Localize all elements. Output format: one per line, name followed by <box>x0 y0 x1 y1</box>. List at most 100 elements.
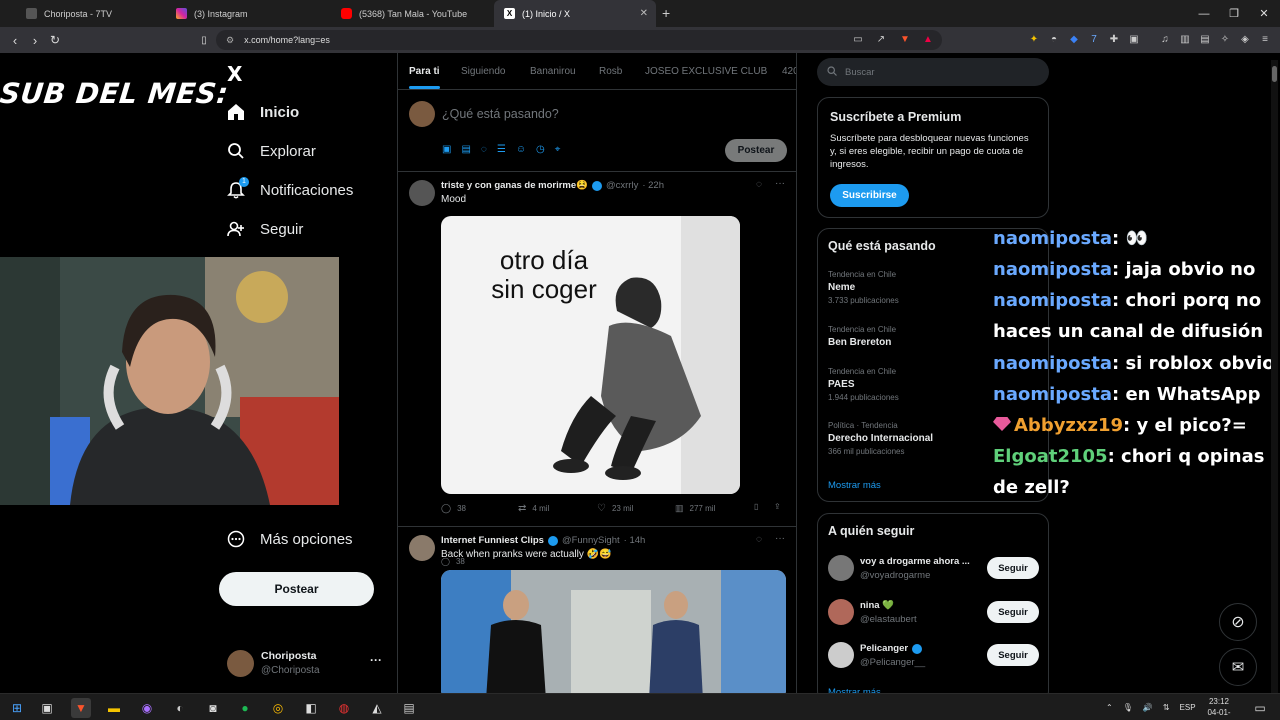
tab-siguiendo[interactable]: Siguiendo <box>461 53 505 89</box>
trend-item[interactable]: Tendencia en Chile PAES 1.944 publicacio… <box>828 367 988 402</box>
windows-start-icon[interactable]: ⊞ <box>7 698 27 718</box>
extension-star-icon[interactable]: ✦ <box>1027 32 1041 46</box>
chrome-taskbar-icon[interactable]: ◎ <box>268 698 288 718</box>
tweet-more-icon[interactable]: ··· <box>775 178 785 189</box>
like-action[interactable]: ♡ 23 mil <box>597 503 633 514</box>
minimize-button[interactable]: — <box>1187 0 1221 27</box>
vpn-icon[interactable]: ◈ <box>1238 32 1252 46</box>
search-box[interactable]: Buscar <box>817 58 1049 86</box>
tweet-avatar[interactable] <box>409 535 435 561</box>
menu-icon[interactable]: ≡ <box>1258 32 1272 46</box>
grok-icon[interactable]: ◌ <box>481 144 487 158</box>
extensions-puzzle-icon[interactable]: ✚ <box>1107 32 1121 46</box>
page-scrollbar[interactable] <box>1271 60 1278 693</box>
nav-item-follow[interactable]: Seguir <box>226 214 303 244</box>
browser-tab-x[interactable]: X (1) Inicio / X ✕ <box>494 0 656 27</box>
extension-7tv-icon[interactable]: 7 <box>1087 32 1101 46</box>
nav-item-notifications[interactable]: 1 Notificaciones <box>226 175 353 205</box>
tab-rosb[interactable]: Rosb <box>599 53 622 89</box>
views-action[interactable]: ▥ 277 mil <box>675 503 715 514</box>
tab-420[interactable]: 420 <box>782 53 796 89</box>
gif-icon[interactable]: ▤ <box>461 144 470 158</box>
share-tweet-icon[interactable]: ⇪ <box>774 502 781 511</box>
file-explorer-icon[interactable]: ▬ <box>104 698 124 718</box>
tweet[interactable]: Internet Funniest Clips @FunnySight · 14… <box>398 527 796 693</box>
volume-icon[interactable]: 🔊 <box>1143 703 1153 712</box>
extension-box-icon[interactable]: ▣ <box>1127 32 1141 46</box>
emoji-icon[interactable]: ☺ <box>516 144 526 158</box>
messages-floating-icon[interactable]: ✉ <box>1219 648 1257 686</box>
follow-suggestion[interactable]: voy a drogarme ahora ... @voyadrogarme S… <box>828 554 1043 584</box>
tweet-more-icon[interactable]: ··· <box>775 533 785 544</box>
bookmark-icon[interactable]: ▯ <box>196 27 212 53</box>
location-icon[interactable]: ⌖ <box>555 144 561 158</box>
poll-icon[interactable]: ☰ <box>497 144 506 158</box>
extension-shield-icon[interactable]: ◆ <box>1067 32 1081 46</box>
grok-analyze-icon[interactable]: ◌ <box>756 179 762 190</box>
tweet-author-handle[interactable]: @cxrrly <box>606 180 638 191</box>
obs-taskbar-icon[interactable]: ◙ <box>203 698 223 718</box>
x-logo[interactable]: X <box>227 62 247 86</box>
app-taskbar-icon[interactable]: ◧ <box>301 698 321 718</box>
tab-joseo-exclusive-club[interactable]: JOSEO EXCLUSIVE CLUB <box>645 53 767 89</box>
browser-tab-youtube[interactable]: (5368) Tan Mala - YouTube <box>331 0 496 27</box>
app-taskbar-icon[interactable]: ◭ <box>367 698 387 718</box>
new-tab-button[interactable]: + <box>662 5 670 21</box>
clock[interactable]: 23:12 04-01-2026 <box>1199 696 1239 720</box>
back-icon[interactable]: ‹ <box>6 27 24 53</box>
show-hidden-icons[interactable]: ⌃ <box>1106 703 1113 712</box>
spotify-taskbar-icon[interactable]: ● <box>235 698 255 718</box>
sidebar-icon[interactable]: ▥ <box>1178 32 1192 46</box>
brave-shields-icon[interactable]: ▼ <box>898 32 912 46</box>
restore-button[interactable]: ❐ <box>1217 0 1251 27</box>
composer-input[interactable]: ¿Qué está pasando? <box>442 107 559 121</box>
share-icon[interactable]: ↗ <box>874 32 888 46</box>
retweet-action[interactable]: ⇄ 4 mil <box>518 503 549 514</box>
image-icon[interactable]: ▣ <box>442 144 451 158</box>
tweet-media[interactable]: otro día sin coger <box>441 216 740 494</box>
tweet-time[interactable]: · 14h <box>624 535 646 546</box>
task-view-icon[interactable]: ▣ <box>37 698 57 718</box>
tab-bananirou[interactable]: Bananirou <box>530 53 576 89</box>
language-indicator[interactable]: ESP <box>1180 703 1196 712</box>
tweet-author-handle[interactable]: @FunnySight <box>562 535 620 546</box>
extension-hat-icon[interactable]: ◓ <box>1047 32 1061 46</box>
scrollbar-thumb[interactable] <box>1272 66 1277 82</box>
steam-taskbar-icon[interactable]: ◐ <box>170 698 190 718</box>
network-icon[interactable]: ⇅ <box>1163 703 1170 712</box>
nav-item-more-options[interactable]: Más opciones <box>226 524 353 554</box>
wallet-icon[interactable]: ▤ <box>1198 32 1212 46</box>
bookmark-tweet-icon[interactable]: ▯ <box>754 502 758 511</box>
trend-item[interactable]: Tendencia en Chile Ben Brereton <box>828 325 988 348</box>
post-button[interactable]: Postear <box>219 572 374 606</box>
tweet-time[interactable]: · 22h <box>642 180 664 191</box>
follow-suggestion[interactable]: nina 💚 @elastaubert Seguir <box>828 598 1043 628</box>
brave-taskbar-icon[interactable]: ▼ <box>71 698 91 718</box>
nav-item-explore[interactable]: Explorar <box>226 136 316 166</box>
site-info-icon[interactable]: ⚙ <box>226 35 234 46</box>
forward-icon[interactable]: › <box>26 27 44 53</box>
media-icon[interactable]: ♫ <box>1158 32 1172 46</box>
tweet-media[interactable] <box>441 570 786 693</box>
tweet-author-name[interactable]: triste y con ganas de morirme😫 <box>441 180 588 191</box>
close-window-button[interactable]: ✕ <box>1247 0 1280 27</box>
address-bar[interactable]: ⚙ x.com/home?lang=es <box>216 30 942 50</box>
nav-item-home[interactable]: Inicio <box>226 97 299 127</box>
subscribe-button[interactable]: Suscribirse <box>830 184 909 207</box>
follow-suggestion[interactable]: Pelicanger @Pelicanger__ Seguir <box>828 641 1043 671</box>
account-switcher[interactable]: Choriposta @Choriposta ··· <box>227 649 397 679</box>
leo-ai-icon[interactable]: ✧ <box>1218 32 1232 46</box>
trend-item[interactable]: Tendencia en Chile Neme 3.733 publicacio… <box>828 270 988 305</box>
reload-icon[interactable]: ↻ <box>46 27 64 53</box>
reply-action[interactable]: ◯ 38 <box>441 503 466 514</box>
notification-center-icon[interactable]: ▭ <box>1250 698 1270 718</box>
tweet-avatar[interactable] <box>409 180 435 206</box>
microphone-icon[interactable]: 🎙 <box>1123 703 1133 712</box>
tweet[interactable]: triste y con ganas de morirme😫 @cxrrly ·… <box>398 172 796 566</box>
brave-rewards-icon[interactable]: ▲ <box>921 32 935 46</box>
cast-icon[interactable]: ▭ <box>851 32 865 46</box>
browser-tab-instagram[interactable]: (3) Instagram <box>166 0 331 27</box>
follow-button[interactable]: Seguir <box>987 601 1039 623</box>
tweet-author-name[interactable]: Internet Funniest Clips <box>441 535 544 546</box>
schedule-icon[interactable]: ◷ <box>536 144 545 158</box>
